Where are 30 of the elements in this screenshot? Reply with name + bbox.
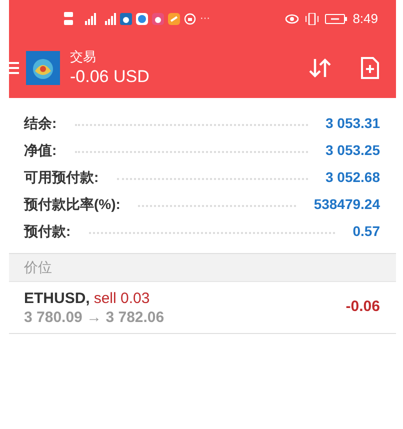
field-value: 3 052.68 — [326, 168, 380, 187]
field-value: 0.57 — [352, 222, 380, 241]
position-row[interactable]: ETHUSD, sell 0.03 3 780.09 → 3 782.06 -0.06 — [9, 282, 396, 334]
app-icon — [136, 13, 148, 25]
profit-value: -0.06 — [346, 297, 380, 318]
field-label: 可用预付款: — [24, 168, 99, 187]
field-label: 结余: — [24, 114, 57, 133]
balance-subtitle: -0.06 USD — [70, 66, 150, 88]
section-title: 价位 — [24, 258, 52, 277]
vibrate-icon — [304, 13, 319, 25]
symbol-name: ETHUSD, — [24, 288, 90, 308]
battery-icon — [324, 14, 347, 24]
field-label: 预付款比率(%): — [24, 195, 120, 214]
app-logo-icon — [26, 51, 60, 85]
new-order-button[interactable] — [360, 56, 380, 80]
app-icon — [120, 13, 132, 25]
overflow-indicator: ··· — [200, 14, 210, 24]
field-value: 3 053.31 — [326, 114, 380, 133]
screen-title: 交易 — [70, 48, 97, 66]
clock-time: 8:49 — [352, 10, 378, 28]
price-change: 3 780.09 → 3 782.06 — [24, 308, 164, 326]
eye-icon — [284, 14, 299, 24]
order-side: sell 0.03 — [94, 288, 150, 308]
field-value: 538479.24 — [314, 195, 380, 214]
sort-button[interactable] — [308, 57, 332, 79]
field-value: 3 053.25 — [326, 141, 380, 160]
app-icon — [168, 13, 180, 25]
field-label: 净值: — [24, 141, 57, 160]
app-icon — [152, 13, 164, 25]
field-label: 预付款: — [24, 222, 71, 241]
